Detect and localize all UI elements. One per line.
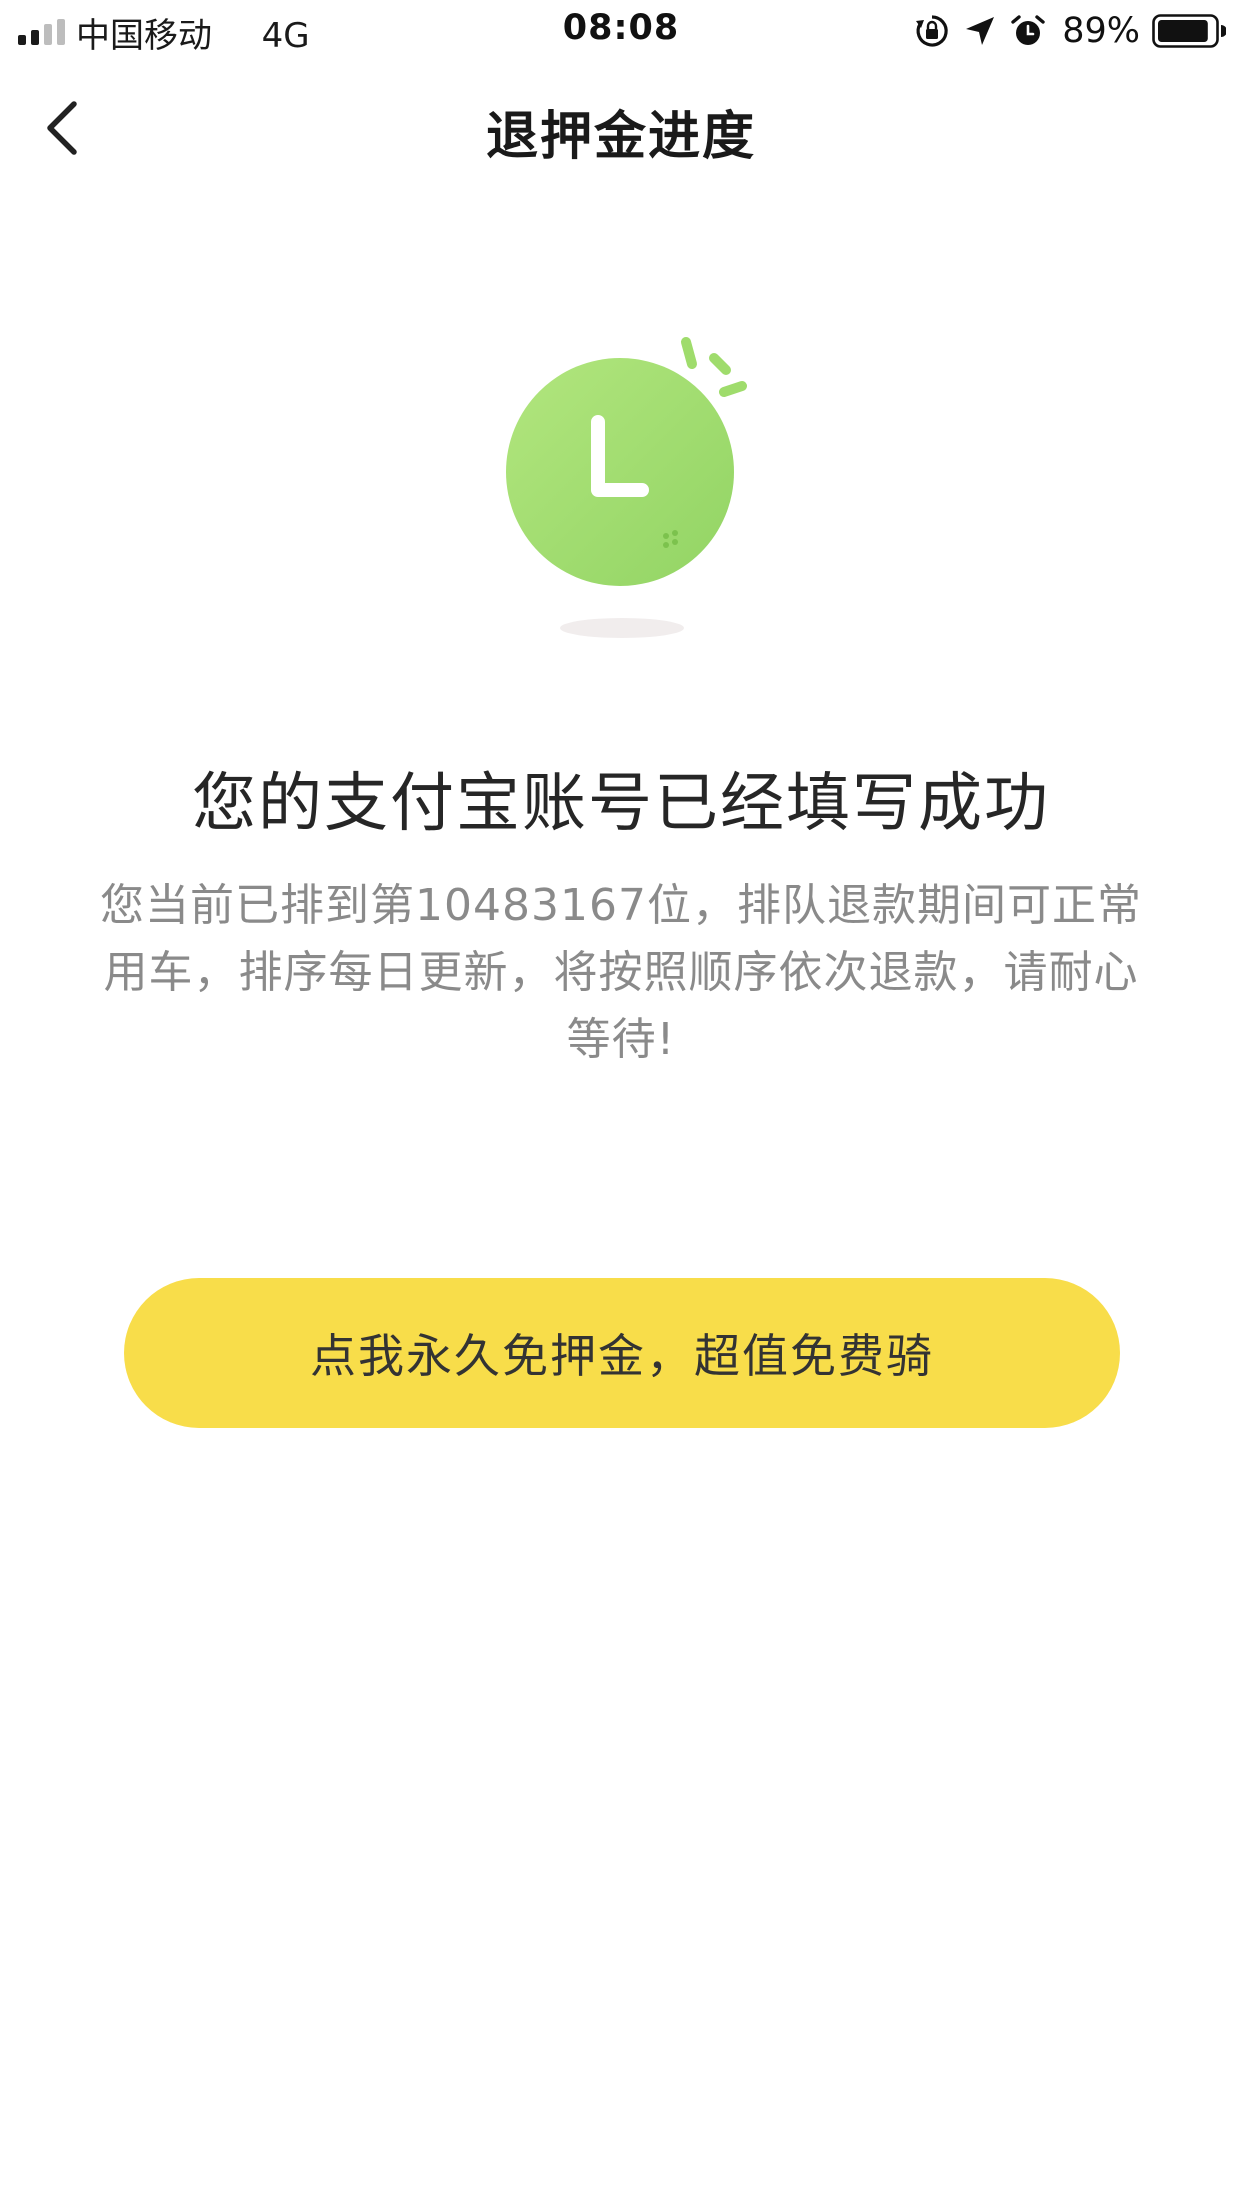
deposit-free-button-label: 点我永久免押金，超值免费骑: [310, 1329, 934, 1383]
navigation-bar: 退押金进度: [0, 64, 1242, 192]
battery-icon: [1152, 14, 1226, 48]
page-title: 退押金进度: [485, 107, 756, 167]
deposit-free-button[interactable]: 点我永久免押金，超值免费骑: [124, 1278, 1120, 1428]
battery-percentage: 89%: [1062, 11, 1140, 51]
success-headline: 您的支付宝账号已经填写成功: [192, 767, 1050, 841]
location-arrow-icon: [966, 17, 995, 45]
orientation-lock-icon: [916, 15, 948, 47]
alarm-icon: [1011, 15, 1045, 45]
queue-message: 您当前已排到第10483167位，排队退款期间可正常用车，排序每日更新，将按照顺…: [100, 880, 1142, 1065]
status-right-group: 89%: [914, 10, 1226, 52]
clock-icon: [506, 337, 747, 638]
status-bar: 中国移动 4G 08:08 89%: [0, 0, 1242, 60]
